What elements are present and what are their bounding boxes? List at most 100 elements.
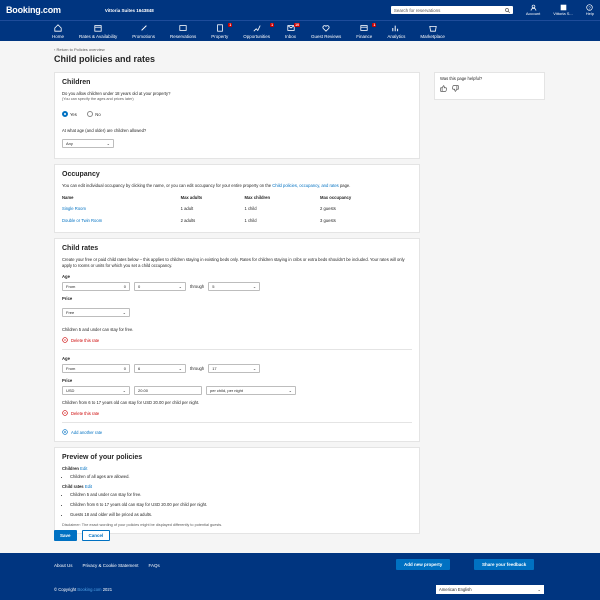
nav-item-label: Marketplace <box>420 33 445 39</box>
age-label: Age <box>62 274 70 279</box>
children-card: Children Do you allow children under 18 … <box>54 72 420 159</box>
amount-input[interactable]: 20.00 <box>134 386 202 395</box>
room-name-link[interactable]: Double or Twin Room <box>62 214 181 226</box>
delete-rate-button[interactable]: Delete this rate <box>62 410 412 416</box>
delete-rate-label: Delete this rate <box>71 410 100 416</box>
min-age-select[interactable]: Any ⌄ <box>62 139 114 149</box>
room-name-link[interactable]: Single Room <box>62 202 181 214</box>
delete-rate-button[interactable]: Delete this rate <box>62 337 412 343</box>
price-type-select[interactable]: Free ⌄ <box>62 308 130 318</box>
currency-select[interactable]: USD ⌄ <box>62 386 130 395</box>
nav-item-rates-availability[interactable]: Rates & Availability <box>79 21 117 41</box>
top-bar: Booking.com Vittoria Suites 1643848 Sear… <box>0 0 600 20</box>
share-feedback-button[interactable]: Share your feedback <box>474 559 535 570</box>
nav-item-finance[interactable]: Finance 1 <box>356 21 377 41</box>
occupancy-text-post: page. <box>338 183 351 188</box>
occupancy-card: Occupancy You can edit individual occupa… <box>54 164 420 233</box>
age-to-select[interactable]: 6 ⌄ <box>134 364 186 373</box>
age-from-value: 0 <box>123 284 126 289</box>
chevron-down-icon: ⌄ <box>106 141 110 147</box>
radio-no-indicator[interactable] <box>87 111 94 117</box>
user-icon <box>560 4 566 11</box>
edit-children-link[interactable]: Edit <box>80 466 87 471</box>
currency-value: USD <box>66 388 75 393</box>
edit-rates-link[interactable]: Edit <box>85 484 92 489</box>
nav-item-property[interactable]: Property 1 <box>211 21 233 41</box>
nav-item-opportunities[interactable]: Opportunities 1 <box>243 21 275 41</box>
child-rates-heading: Child rates <box>62 245 99 252</box>
list-item: Children from 6 to 17 years old can stay… <box>70 500 412 510</box>
table-cell: 1 child <box>244 217 257 223</box>
save-button[interactable]: Save <box>54 530 77 541</box>
faqs-link[interactable]: FAQs <box>149 563 160 568</box>
radio-yes-label: Yes <box>70 111 77 117</box>
user-menu[interactable]: Vittoria S... <box>553 4 573 16</box>
age-through-select[interactable]: 5 ⌄ <box>208 282 261 291</box>
min-age-value: Any <box>66 141 73 147</box>
privacy-link[interactable]: Privacy & Cookie Statement <box>83 563 139 568</box>
table-cell: 2 adults <box>180 217 196 223</box>
home-icon <box>54 23 62 32</box>
table-row: Single Room 1 adult 1 child 2 guests <box>62 202 412 214</box>
feedback-question: Was this page helpful? <box>440 76 483 81</box>
chevron-down-icon: ⌄ <box>122 310 126 316</box>
cancel-button[interactable]: Cancel <box>81 530 111 541</box>
thumbs-up-icon[interactable] <box>440 85 447 92</box>
nav-item-label: Opportunities <box>243 33 271 39</box>
booking-logo[interactable]: Booking.com <box>6 5 61 15</box>
thumbs-down-icon[interactable] <box>452 85 459 92</box>
calendar-icon <box>94 24 102 32</box>
occupancy-link[interactable]: Child policies, occupancy, and rates <box>272 183 339 188</box>
nav-item-guest-reviews[interactable]: Guest Reviews <box>311 21 341 41</box>
add-property-button[interactable]: Add new property <box>396 559 451 570</box>
reviews-icon <box>322 24 330 32</box>
finance-icon <box>360 24 368 31</box>
footer-links: About Us Privacy & Cookie Statement FAQs <box>54 563 160 568</box>
nav-item-home[interactable]: Home <box>52 21 64 41</box>
nav-item-label: Guest Reviews <box>311 33 342 39</box>
age-from-input[interactable]: From 0 <box>62 282 130 291</box>
divider <box>62 422 412 423</box>
breadcrumb[interactable]: ‹ Return to Policies overview <box>54 47 420 52</box>
age-to-select[interactable]: 0 ⌄ <box>134 282 186 291</box>
preview-children-list: Children of all ages are allowed. <box>62 472 412 482</box>
radio-yes[interactable]: Yes <box>62 111 77 117</box>
children-hint: (You can specify the ages and prices lat… <box>62 97 134 101</box>
about-link[interactable]: About Us <box>54 563 73 568</box>
help-button[interactable]: ? Help <box>586 4 594 16</box>
nav-item-marketplace[interactable]: Marketplace <box>420 21 445 41</box>
divider <box>62 349 412 350</box>
radio-yes-indicator[interactable] <box>62 111 68 117</box>
nav-item-promotions[interactable]: Promotions <box>132 21 155 41</box>
breadcrumb-link[interactable]: Return to Policies overview <box>56 47 104 52</box>
preview-rates-label: Child rates <box>62 484 84 489</box>
child-rates-card: Child rates Create your free or paid chi… <box>54 238 420 442</box>
occupancy-text-pre: You can edit individual occupancy by cli… <box>62 183 273 188</box>
user-label: Vittoria S... <box>553 11 573 16</box>
age-from-input[interactable]: From 0 <box>62 364 130 373</box>
reservations-icon <box>179 24 187 31</box>
add-rate-button[interactable]: Add another rate <box>62 429 412 435</box>
table-cell: 3 guests <box>319 217 336 223</box>
age-from-value: 0 <box>123 366 126 371</box>
notification-badge: 1 <box>372 23 377 27</box>
nav-item-analytics[interactable]: Analytics <box>387 21 405 41</box>
analytics-icon <box>392 25 399 31</box>
copyright-brand-link[interactable]: Booking.com <box>77 587 101 592</box>
age-range-2: From 0 6 ⌄ through 17 ⌄ <box>62 364 412 373</box>
search-input[interactable]: Search for reservations <box>390 6 513 14</box>
nav-item-reservations[interactable]: Reservations <box>170 21 196 41</box>
radio-no[interactable]: No <box>87 111 101 117</box>
table-row: Double or Twin Room 2 adults 1 child 3 g… <box>62 214 412 226</box>
search-icon <box>504 7 510 13</box>
chevron-down-icon: ⌄ <box>537 587 541 592</box>
price-unit-select[interactable]: per child, per night ⌄ <box>206 386 296 395</box>
preview-card: Preview of your policies Children Edit C… <box>54 447 420 534</box>
notification-badge: 1 <box>270 23 275 27</box>
nav-item-inbox[interactable]: Inbox 10 <box>285 21 301 41</box>
chevron-down-icon: ⌄ <box>288 388 292 393</box>
age-through-select[interactable]: 17 ⌄ <box>208 364 261 373</box>
marketplace-icon <box>428 25 437 32</box>
language-select[interactable]: American English ⌄ <box>436 585 544 594</box>
account-button[interactable]: Account <box>526 4 540 16</box>
